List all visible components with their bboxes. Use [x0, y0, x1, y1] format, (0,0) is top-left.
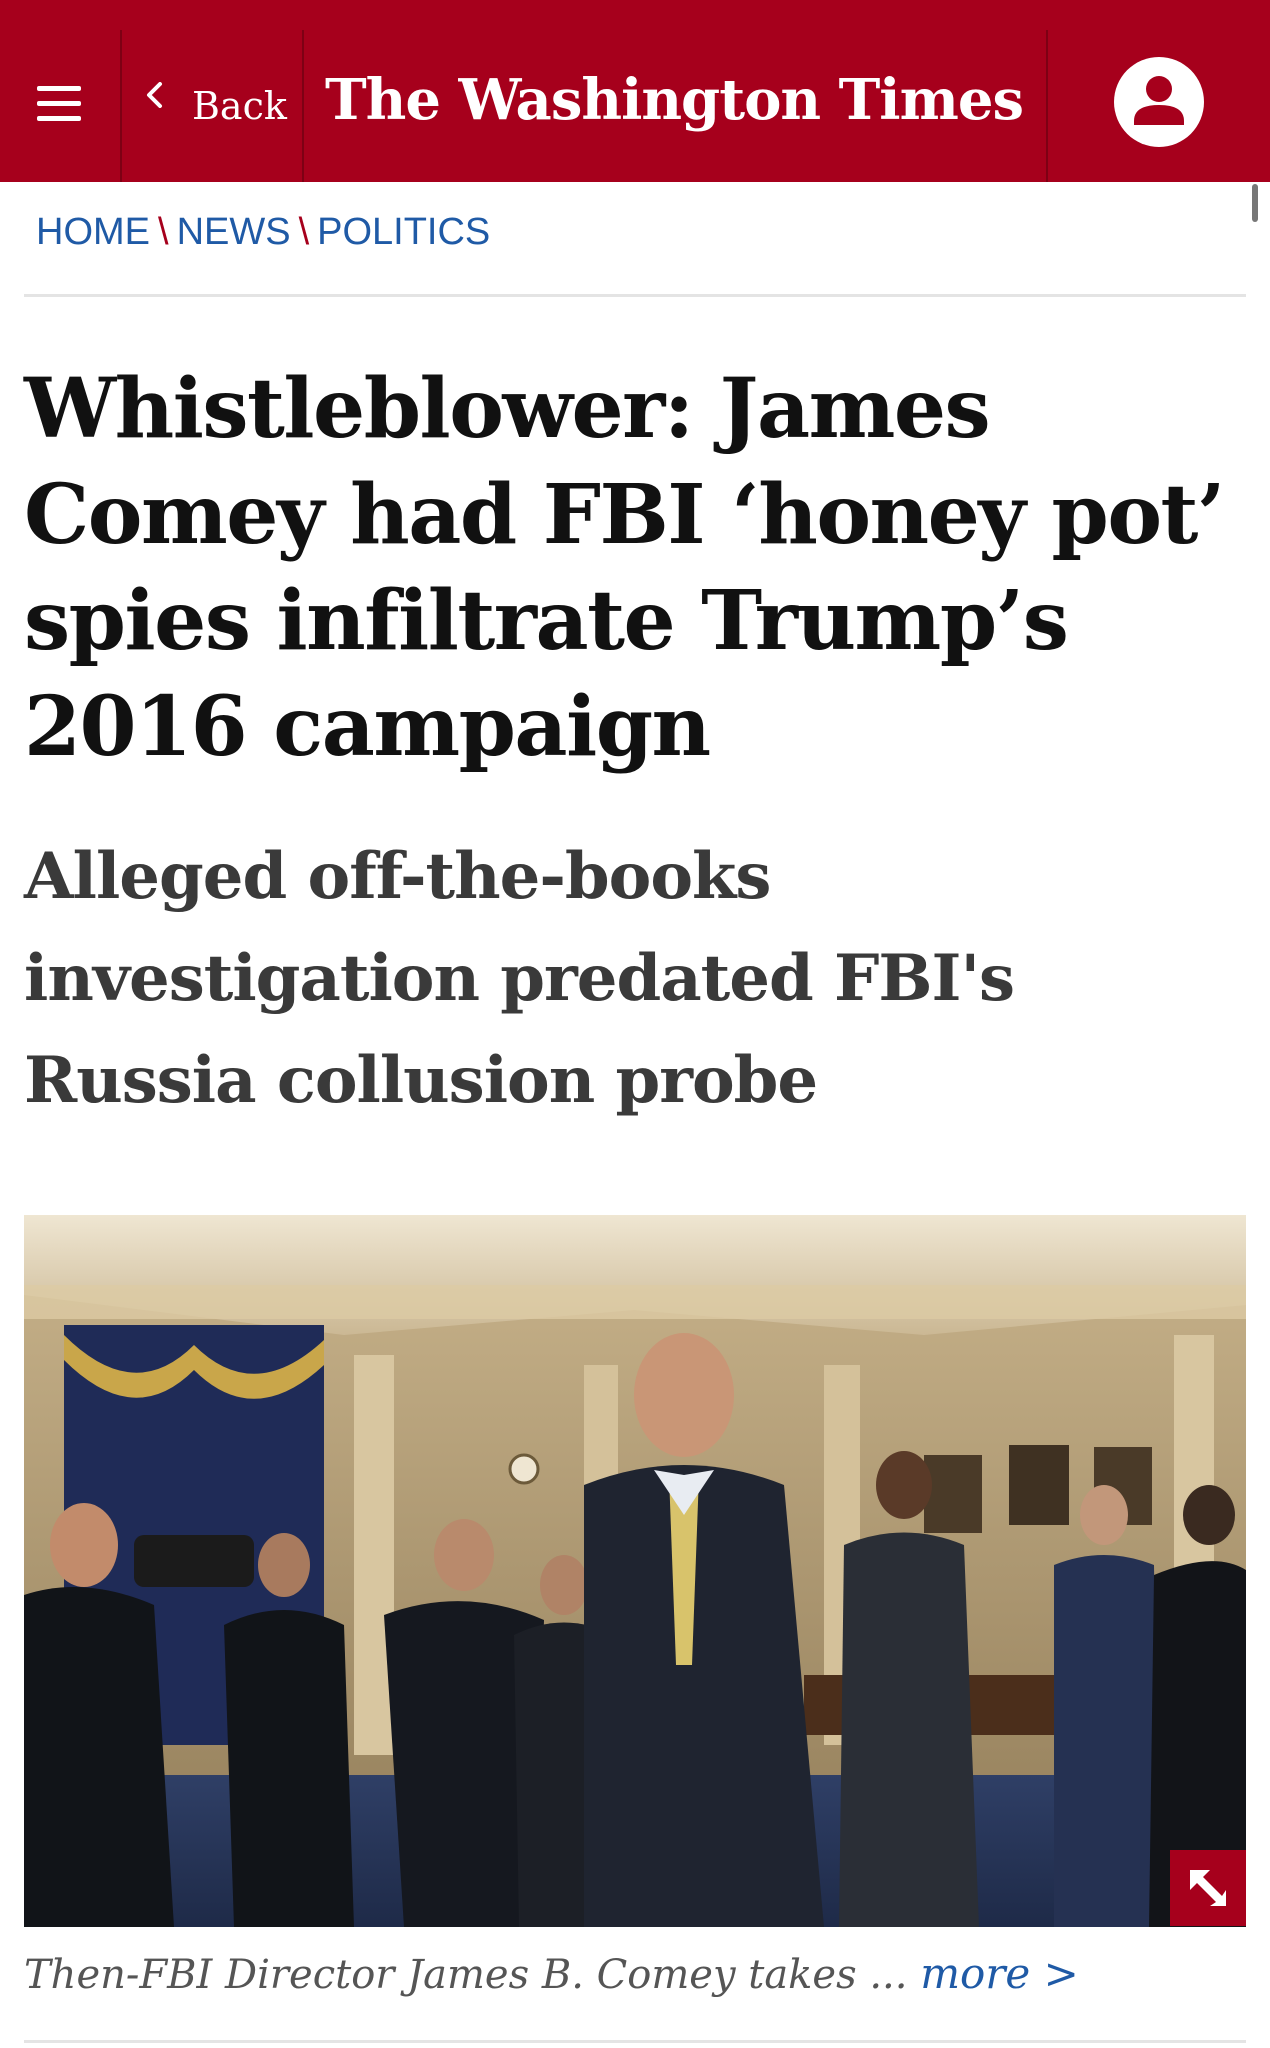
divider [24, 2040, 1246, 2043]
divider [24, 294, 1246, 297]
menu-button[interactable] [0, 0, 120, 182]
back-button[interactable]: Back [122, 0, 302, 182]
site-header: Back The Washington Times [0, 0, 1270, 182]
photo-caption-text: Then-FBI Director James B. Comey takes .… [24, 1952, 908, 1998]
photo-caption: Then-FBI Director James B. Comey takes .… [24, 1946, 1246, 2003]
site-logo[interactable]: The Washington Times [304, 50, 1044, 150]
article-subhead: Alleged off-the-books investigation pred… [24, 839, 1015, 1118]
breadcrumb: HOME \ NEWS \ POLITICS [36, 208, 490, 256]
account-button[interactable] [1048, 0, 1270, 182]
article-photo[interactable] [24, 1215, 1246, 1927]
breadcrumb-separator: \ [298, 211, 310, 253]
breadcrumb-news[interactable]: NEWS [177, 211, 291, 253]
back-label: Back [192, 84, 287, 128]
chevron-left-icon [147, 82, 162, 108]
breadcrumb-politics[interactable]: POLITICS [317, 211, 490, 253]
breadcrumb-separator: \ [158, 211, 169, 253]
expand-photo-button[interactable] [1170, 1850, 1246, 1926]
article-headline: Whistleblower: James Comey had FBI ‘hone… [24, 361, 1225, 775]
breadcrumb-home[interactable]: HOME [36, 211, 150, 253]
caption-more-link[interactable]: more > [920, 1949, 1079, 1998]
scrollbar[interactable] [1252, 184, 1258, 222]
expand-arrow-icon [1190, 1870, 1226, 1906]
user-account-icon [1114, 57, 1204, 147]
